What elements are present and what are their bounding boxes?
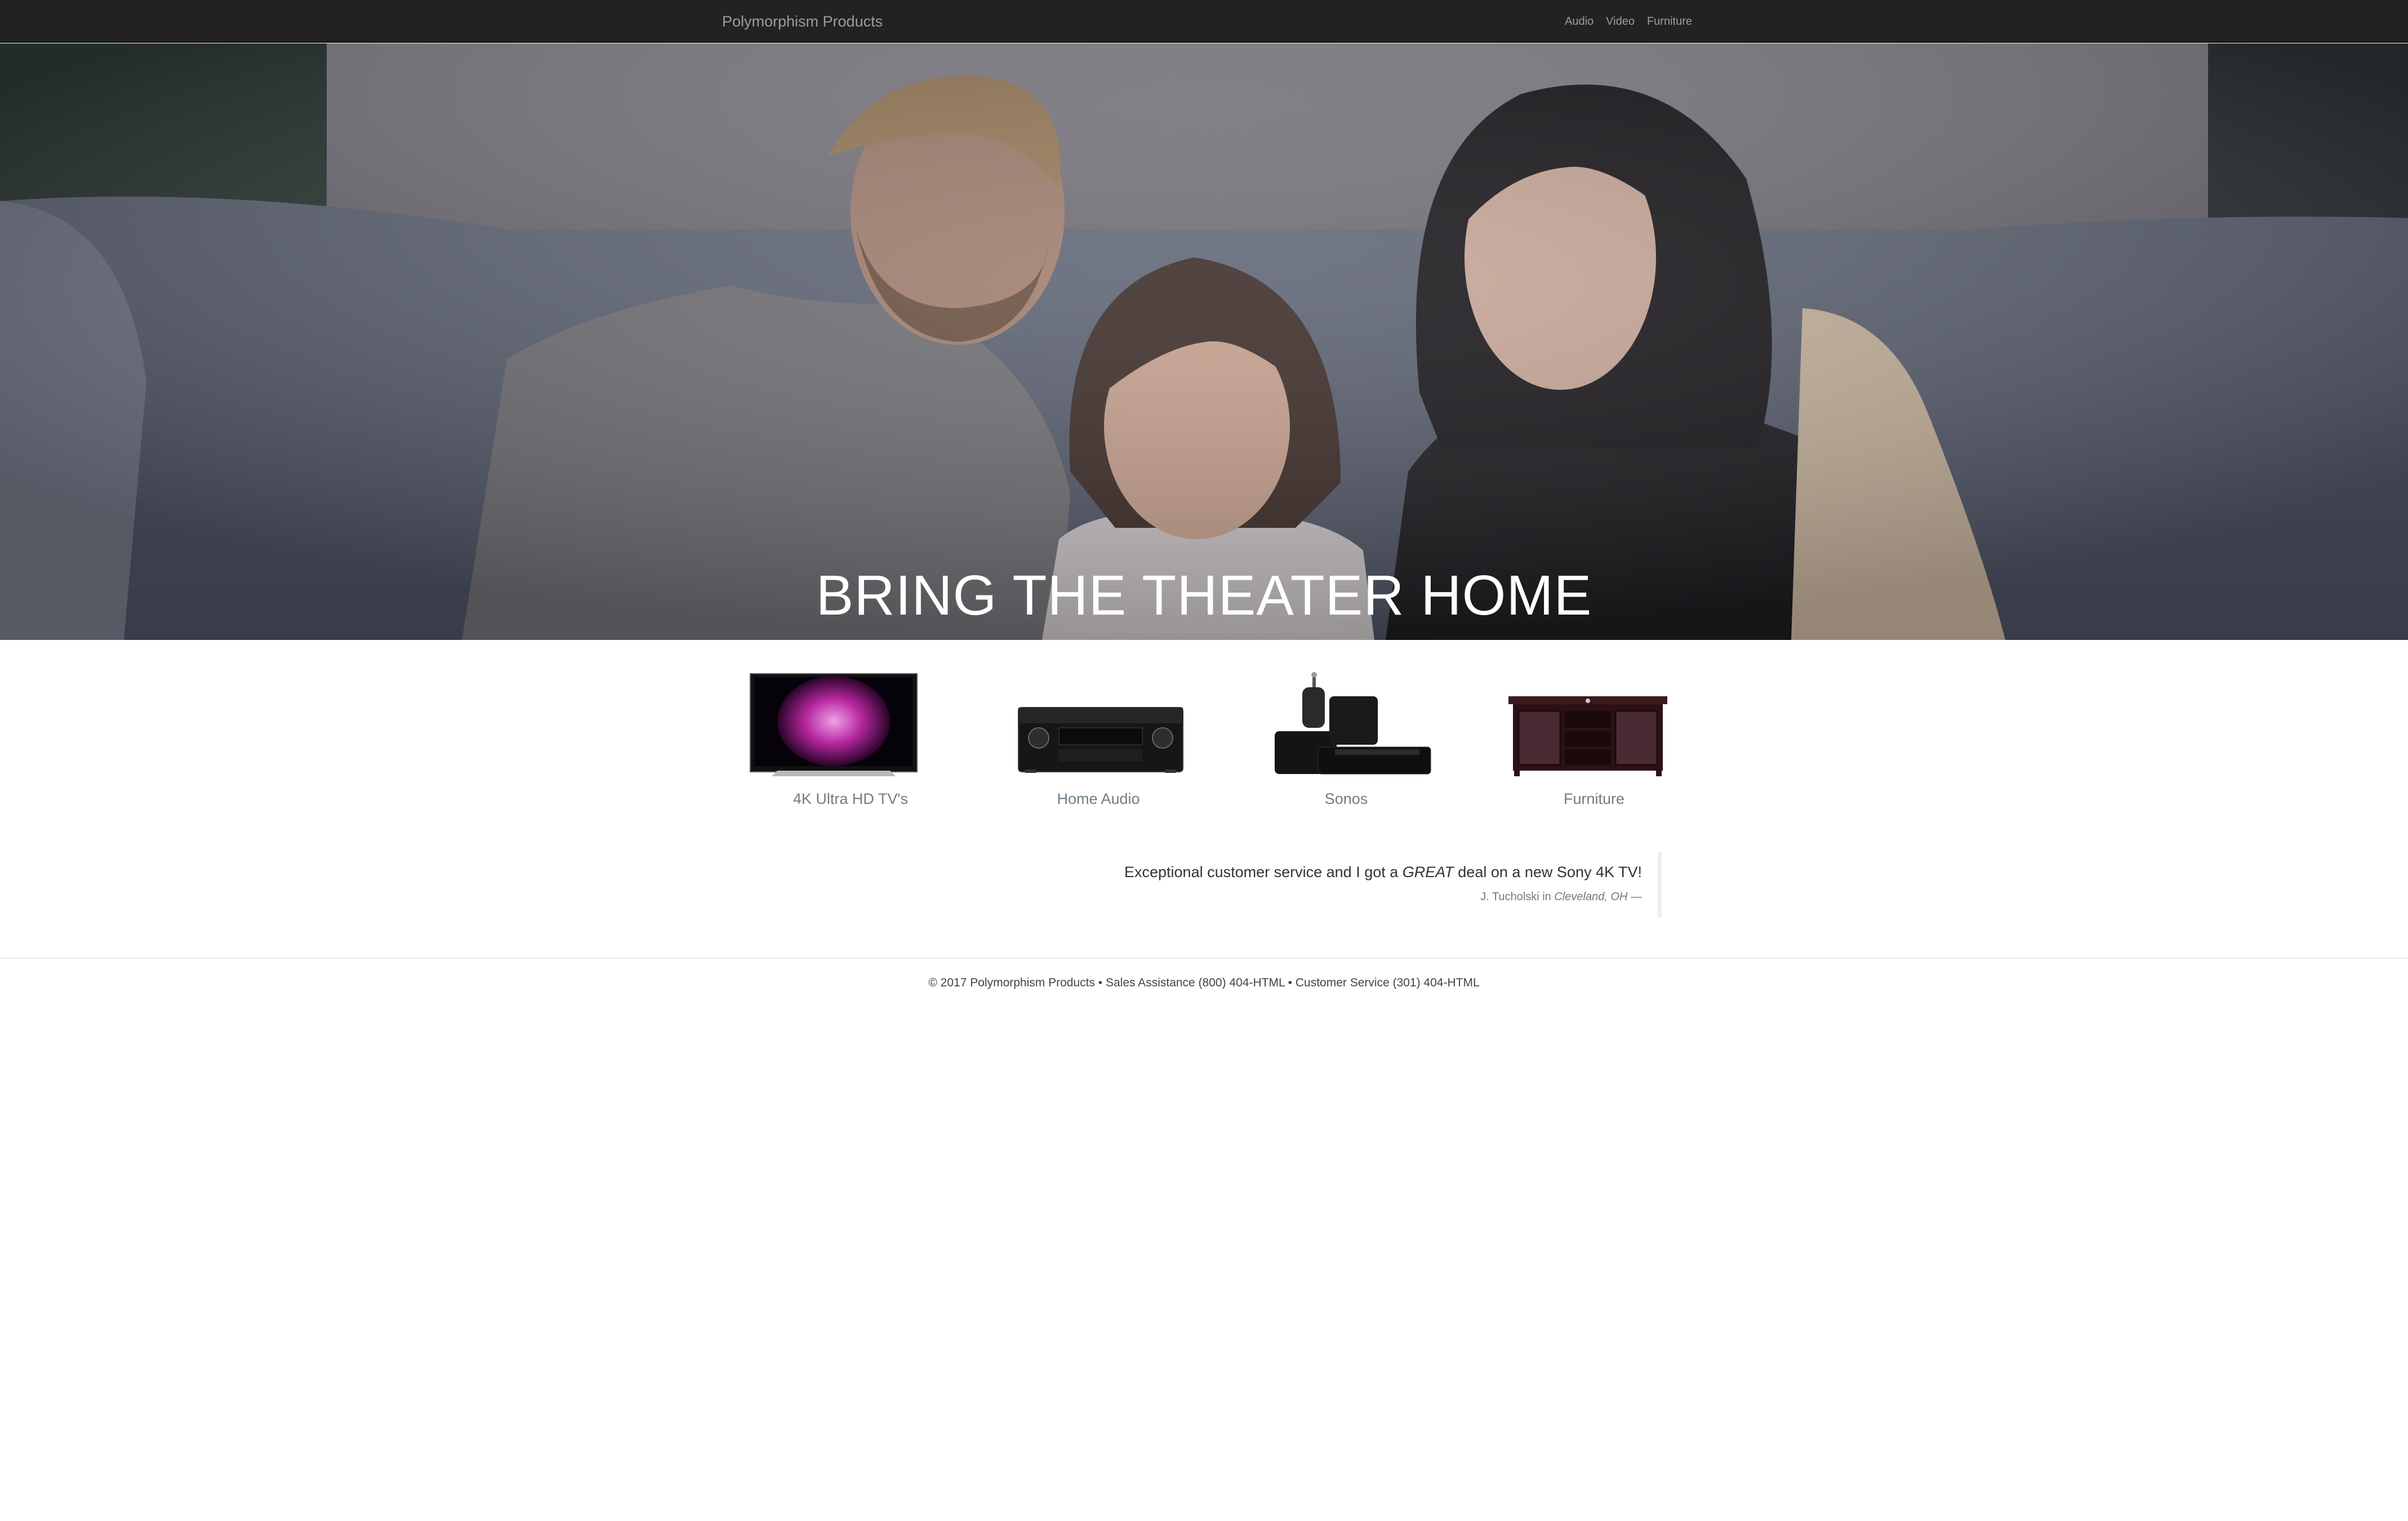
- testimonial-citation: J. Tucholski in Cleveland, OH —: [1070, 888, 1642, 906]
- product-card-furniture[interactable]: Furniture: [1470, 665, 1718, 817]
- nav-link-furniture[interactable]: Furniture: [1647, 14, 1692, 29]
- nav-link-audio[interactable]: Audio: [1565, 14, 1594, 29]
- product-categories: 4K Ultra HD TV's Home Audio Sonos Furnit…: [727, 665, 1673, 817]
- footer-divider: [0, 958, 2408, 959]
- nav-links: Audio Video Furniture: [1565, 14, 1704, 29]
- tv-stand-icon[interactable]: [1470, 665, 1718, 777]
- hero-title: BRING THE THEATER HOME: [816, 564, 1592, 627]
- testimonial-quote: Exceptional customer service and I got a…: [1070, 852, 1662, 917]
- receiver-icon[interactable]: [974, 665, 1222, 777]
- product-label-home-audio[interactable]: Home Audio: [974, 790, 1222, 808]
- testimonial-emphasis: GREAT: [1402, 864, 1454, 880]
- testimonial-text-end: deal on a new Sony 4K TV!: [1453, 864, 1642, 880]
- product-card-home-audio[interactable]: Home Audio: [974, 665, 1222, 817]
- testimonial-author: J. Tucholski in: [1480, 891, 1555, 903]
- testimonial-location: Cleveland, OH: [1554, 891, 1628, 903]
- product-label-tv[interactable]: 4K Ultra HD TV's: [727, 790, 974, 808]
- testimonial-dash: —: [1627, 891, 1642, 903]
- product-label-furniture[interactable]: Furniture: [1470, 790, 1718, 808]
- hero-banner: BRING THE THEATER HOME: [0, 43, 2408, 640]
- product-label-sonos[interactable]: Sonos: [1222, 790, 1470, 808]
- speaker-icon[interactable]: [1222, 665, 1470, 777]
- nav-link-video[interactable]: Video: [1606, 14, 1635, 29]
- testimonial-text-start: Exceptional customer service and I got a: [1124, 864, 1403, 880]
- testimonial-text: Exceptional customer service and I got a…: [1070, 852, 1642, 883]
- top-navbar: Polymorphism Products Audio Video Furnit…: [0, 0, 2408, 43]
- product-card-sonos[interactable]: Sonos: [1222, 665, 1470, 817]
- footer-text: © 2017 Polymorphism Products • Sales Ass…: [928, 976, 1480, 989]
- product-card-tv[interactable]: 4K Ultra HD TV's: [727, 665, 974, 817]
- brand-link[interactable]: Polymorphism Products: [722, 11, 883, 32]
- hero-family-photo: [0, 43, 2408, 640]
- tv-icon[interactable]: [727, 665, 974, 777]
